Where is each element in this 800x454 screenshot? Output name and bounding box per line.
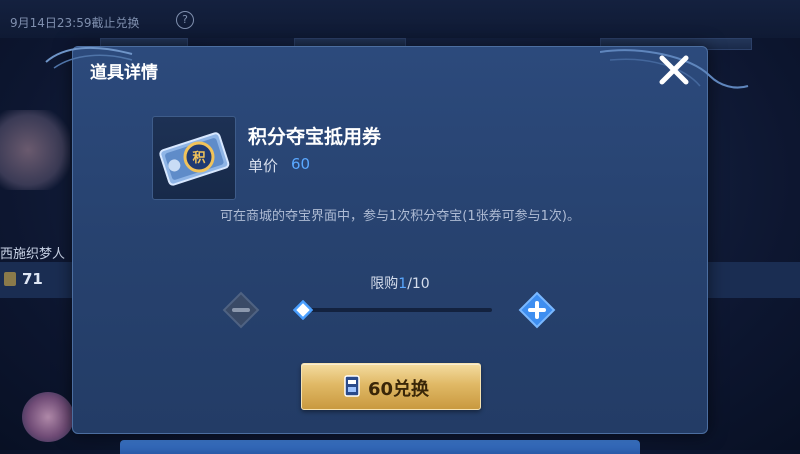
ticket-icon-glyph: 积 [192,150,205,166]
price-value: 60 [291,155,311,173]
item-icon-frame: 积 [152,116,236,200]
exchange-button-label: 60兑换 [368,379,430,400]
dialog-title: 道具详情 [90,63,158,83]
close-icon[interactable] [655,53,693,87]
quantity-slider-track[interactable] [300,308,492,312]
exchange-button[interactable]: 60兑换 [301,363,481,410]
background-card-title: 西施织梦人 [0,247,66,262]
background-button [120,440,640,454]
quantity-slider-thumb[interactable] [292,300,313,320]
decrease-button[interactable] [221,290,261,330]
item-name: 积分夺宝抵用券 [248,126,382,148]
purchase-limit: 限购1/10 [0,273,800,293]
coupon-icon [344,375,360,397]
ticket-icon: 积 [159,132,230,186]
purchase-limit-current: 1 [398,276,408,292]
background-artwork [0,110,70,190]
purchase-limit-label: 限购 [370,276,399,292]
help-icon[interactable]: ? [176,11,194,29]
purchase-limit-max: /10 [407,276,430,292]
item-description: 可在商城的夺宝界面中，参与1次积分夺宝(1张券可参与1次)。 [220,209,580,224]
price-label: 单价 [248,157,279,175]
increase-button[interactable] [517,290,557,330]
background-artwork [22,392,74,442]
deadline-note: 9月14日23:59截止兑换 [10,16,140,30]
